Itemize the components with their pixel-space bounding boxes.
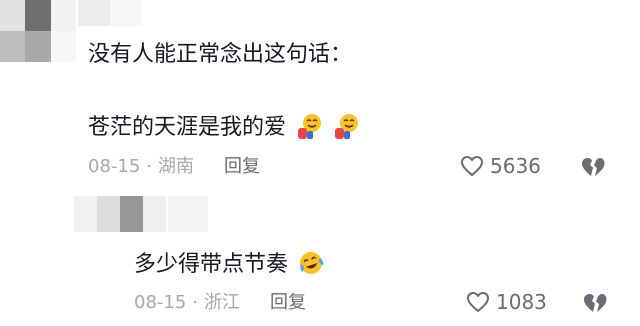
like-button[interactable]: 5636 (460, 154, 541, 178)
reply-button[interactable]: 回复 (224, 156, 260, 177)
comment-text: 没有人能正常念出这句话： (88, 42, 353, 67)
comment-date: 08-15 (88, 156, 141, 177)
avatar[interactable] (0, 0, 76, 62)
reply-button[interactable]: 回复 (270, 292, 306, 313)
heart-outline-icon (467, 292, 489, 312)
separator: · (192, 292, 199, 313)
broken-heart-icon[interactable] (582, 291, 608, 315)
like-count: 1083 (496, 290, 547, 314)
comment-text: 多少得带点节奏 (134, 249, 325, 279)
username[interactable] (78, 0, 142, 26)
comment-text-line: 苍茫的天涯是我的爱 (88, 115, 287, 140)
bowing-laugh-emoji (298, 114, 322, 139)
broken-heart-icon[interactable] (580, 155, 606, 179)
comment-location: 湖南 (158, 156, 195, 177)
separator: · (146, 156, 153, 177)
bowing-laugh-emoji (335, 114, 359, 139)
comment-meta: 08-15 · 湖南 回复 (88, 156, 260, 178)
comment-text: 苍茫的天涯是我的爱 (88, 112, 360, 142)
avatar[interactable] (74, 196, 166, 232)
heart-outline-icon (461, 156, 483, 176)
comment-meta: 08-15 · 浙江 回复 (134, 292, 306, 314)
comment-thread: 没有人能正常念出这句话： 苍茫的天涯是我的爱 08-15 · 湖南 回复 5636 (0, 0, 640, 326)
like-count: 5636 (490, 154, 541, 178)
comment-text-line: 多少得带点节奏 (134, 252, 289, 277)
comment-date: 08-15 (134, 292, 187, 313)
username[interactable] (168, 196, 208, 232)
tears-of-joy-emoji (300, 252, 324, 274)
like-button[interactable]: 1083 (466, 290, 547, 314)
comment-location: 浙江 (204, 292, 241, 313)
